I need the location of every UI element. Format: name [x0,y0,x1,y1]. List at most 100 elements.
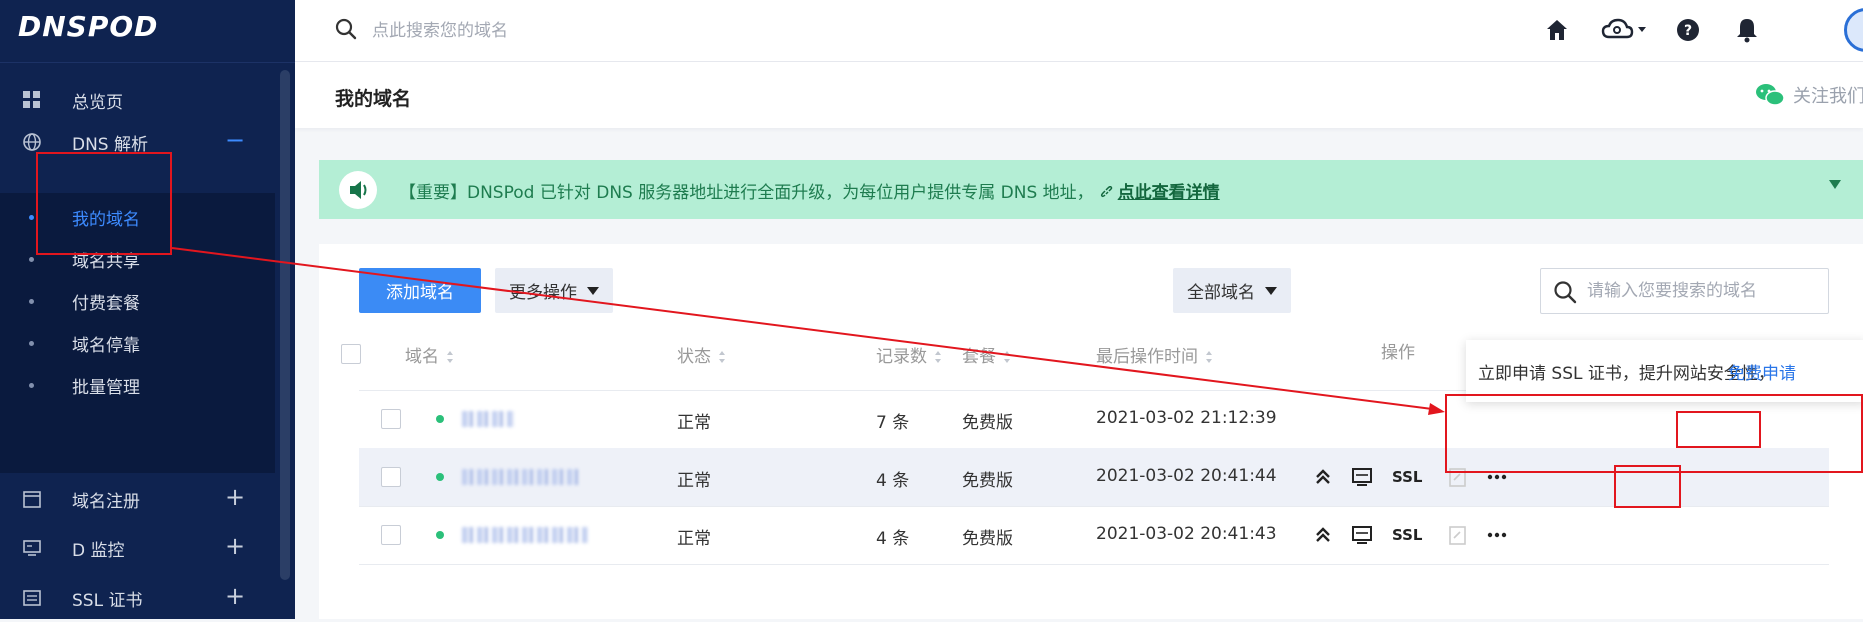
status-indicator [436,531,444,539]
divider [0,62,295,63]
submenu-label: 域名停靠 [72,336,140,356]
page-header: 我的域名 关注我们 [295,62,1863,128]
status-indicator [436,415,444,423]
expand-toggle[interactable]: + [225,582,245,610]
col-header-records[interactable]: 记录数 [876,342,942,367]
divider [359,564,1829,565]
domain-filter-dropdown[interactable]: 全部域名 [1173,268,1291,313]
page-title: 我的域名 [335,88,412,110]
col-header-plan[interactable]: 套餐 [962,342,1011,367]
bullet [29,341,34,346]
sidebar-item-overview[interactable]: 总览页 [0,76,295,124]
help-icon[interactable]: ? [1673,15,1703,45]
plan-cell: 免费版 [962,413,1013,433]
more-actions-button[interactable]: 更多操作 [495,268,613,313]
wechat-icon [1756,84,1785,106]
status-cell: 正常 [677,413,711,433]
domain-name-redacted[interactable] [462,469,582,485]
sidebar-item-ssl[interactable]: SSL 证书 + [0,574,295,622]
sidebar: DNSPOD 总览页 DNS 解析 − 我的域名 域名共享 付费套餐 域名停靠 … [0,0,295,619]
header-label: 记录数 [876,347,927,367]
add-domain-button[interactable]: 添加域名 [359,268,481,313]
expand-toggle[interactable]: + [225,483,245,511]
speaker-icon [339,171,377,209]
col-header-actions: 操作 [1381,343,1415,363]
select-all-checkbox[interactable] [341,344,361,364]
sidebar-item-domain-register[interactable]: 域名注册 + [0,475,295,523]
avatar[interactable] [1844,8,1863,52]
sort-icon [719,351,726,363]
plan-cell: 免费版 [962,529,1013,549]
submenu-batch-manage[interactable]: 批量管理 [0,361,275,409]
records-cell[interactable]: 7 条 [876,408,909,433]
free-apply-link[interactable]: 免费申请 [1728,359,1796,384]
submenu-paid-plans[interactable]: 付费套餐 [0,277,275,325]
row-checkbox[interactable] [381,525,401,545]
sort-icon [1206,351,1213,363]
expand-notice-icon[interactable] [1829,180,1841,189]
submenu-domain-parking[interactable]: 域名停靠 [0,319,275,367]
ssl-button[interactable]: SSL [1392,468,1423,486]
more-options-icon[interactable] [1486,524,1508,546]
chevron-down-icon [1265,286,1277,295]
ssl-tooltip: 立即申请 SSL 证书，提升网站安全性， 免费申请 [1466,340,1863,402]
sidebar-item-label: D 监控 [72,540,125,561]
status-cell: 正常 [677,529,711,549]
col-header-updated[interactable]: 最后操作时间 [1096,342,1213,367]
more-actions-label: 更多操作 [509,283,577,303]
upgrade-icon[interactable] [1312,524,1334,546]
status-cell: 正常 [677,471,711,491]
row-checkbox[interactable] [381,409,401,429]
search-icon [1554,281,1577,304]
updated-cell: 2021-03-02 20:41:43 [1096,524,1277,544]
bullet [29,215,34,220]
sidebar-item-label: SSL 证书 [72,590,143,611]
upgrade-icon[interactable] [1312,466,1334,488]
records-cell[interactable]: 4 条 [876,524,909,549]
bullet [29,299,34,304]
edit-note-icon[interactable] [1447,524,1469,546]
cloud-settings-icon[interactable] [1600,15,1650,45]
col-header-domain[interactable]: 域名 [405,342,454,367]
sidebar-item-label: 总览页 [72,92,123,113]
sidebar-item-label: 域名注册 [72,491,140,512]
dashboard-grid-icon [23,91,40,108]
sort-icon [447,351,454,363]
notice-details-link[interactable]: 点此查看详情 [1118,183,1220,203]
follow-text: 关注我们 [1793,86,1863,107]
updated-cell: 2021-03-02 20:41:44 [1096,466,1277,486]
certificate-icon [23,590,41,606]
submenu-label: 付费套餐 [72,294,140,314]
records-cell[interactable]: 4 条 [876,466,909,491]
updated-cell: 2021-03-02 21:12:39 [1096,408,1277,428]
status-indicator [436,473,444,481]
sort-icon [935,351,942,363]
bullet [29,383,34,388]
globe-icon [23,133,41,151]
header-label: 状态 [677,347,711,367]
col-header-status[interactable]: 状态 [677,342,726,367]
monitor-icon[interactable] [1351,466,1373,488]
expand-toggle[interactable]: + [225,532,245,560]
bell-icon[interactable] [1732,15,1762,45]
domain-name-redacted[interactable] [462,411,514,427]
monitor-icon[interactable] [1351,524,1373,546]
follow-us-link[interactable]: 关注我们 [1755,82,1863,108]
chevron-down-icon [587,286,599,295]
sidebar-scrollbar[interactable] [280,70,290,580]
notice-text: 【重要】DNSPod 已针对 DNS 服务器地址进行全面升级，为每位用户提供专属… [399,178,1220,203]
calendar-icon [23,491,41,508]
domain-search-input[interactable] [1585,277,1815,305]
table-row[interactable]: 正常 4 条 免费版 2021-03-02 20:41:43 SSL [359,506,1829,564]
domain-search[interactable] [1540,268,1829,314]
home-icon[interactable] [1542,15,1572,45]
row-checkbox[interactable] [381,467,401,487]
annotation-box-tooltip [1445,394,1863,473]
annotation-box-free-apply [1676,411,1761,448]
global-search-input[interactable] [370,16,770,46]
collapse-toggle[interactable]: − [225,126,245,154]
domain-name-redacted[interactable] [462,527,588,543]
sidebar-item-d-monitor[interactable]: D 监控 + [0,524,295,572]
brand-logo[interactable]: DNSPOD [18,10,158,43]
ssl-button[interactable]: SSL [1392,526,1423,544]
